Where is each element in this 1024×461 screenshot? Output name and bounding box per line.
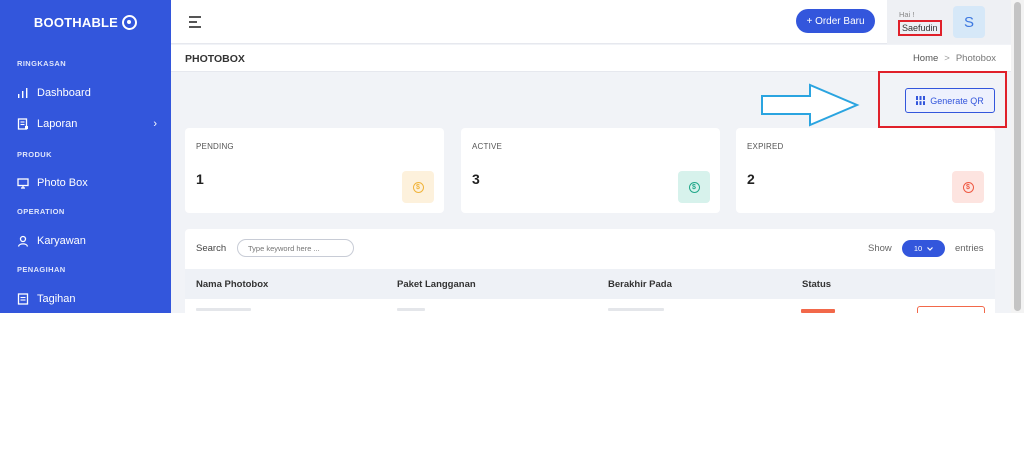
stat-value: 2 <box>747 171 755 187</box>
order-baru-button[interactable]: + Order Baru <box>796 9 875 33</box>
stat-label: PENDING <box>196 142 234 151</box>
brand-name: BOOTHABLE <box>33 14 119 30</box>
bar-chart-icon <box>17 87 29 99</box>
stat-card-active: ACTIVE 3 $ <box>461 128 720 213</box>
greeting-text: Hai ! <box>899 10 915 19</box>
table-row-cell <box>397 308 425 311</box>
sidebar-item-laporan[interactable]: Laporan › <box>17 115 157 133</box>
user-icon <box>17 235 29 247</box>
breadcrumb-current: Photobox <box>955 53 996 64</box>
sidebar-item-label: Tagihan <box>37 293 76 305</box>
breadcrumb-home[interactable]: Home <box>913 53 938 64</box>
brand[interactable]: BOOTHABLE <box>0 0 171 44</box>
section-title-penagihan: PENAGIHAN <box>17 265 66 274</box>
sidebar-item-label: Photo Box <box>37 177 88 189</box>
invoice-icon <box>17 293 29 305</box>
stat-card-expired: EXPIRED 2 $ <box>736 128 995 213</box>
table-row-cell <box>196 308 251 311</box>
column-header[interactable]: Berakhir Pada <box>608 279 672 290</box>
user-menu[interactable]: Hai ! Saefudin S <box>887 0 1011 44</box>
section-title-ringkasan: RINGKASAN <box>17 59 67 68</box>
avatar[interactable]: S <box>953 6 985 38</box>
annotation-arrow <box>761 83 860 127</box>
stat-label: EXPIRED <box>747 142 784 151</box>
sidebar-item-karyawan[interactable]: Karyawan <box>17 232 157 250</box>
sidebar: BOOTHABLE RINGKASAN Dashboard Laporan › … <box>0 0 171 313</box>
column-header[interactable]: Status <box>802 279 831 290</box>
generate-qr-button[interactable]: Generate QR <box>905 88 995 113</box>
show-label: Show <box>868 243 892 254</box>
sidebar-item-dashboard[interactable]: Dashboard <box>17 84 157 102</box>
stat-value: 3 <box>472 171 480 187</box>
table-row-cell <box>608 308 664 311</box>
sidebar-item-label: Dashboard <box>37 87 91 99</box>
app-root: BOOTHABLE RINGKASAN Dashboard Laporan › … <box>0 0 1024 313</box>
username-text: Saefudin <box>898 20 942 36</box>
dollar-icon: $ <box>678 171 710 203</box>
entries-select[interactable]: 10 <box>902 240 945 257</box>
status-badge <box>801 309 835 313</box>
section-title-operation: OPERATION <box>17 207 65 216</box>
monitor-icon <box>17 177 29 189</box>
dollar-icon: $ <box>402 171 434 203</box>
sidebar-item-label: Laporan <box>37 118 78 130</box>
topbar: + Order Baru Hai ! Saefudin S <box>171 0 1011 44</box>
menu-toggle-icon[interactable] <box>189 16 203 28</box>
chevron-down-icon <box>927 246 934 251</box>
sidebar-item-label: Karyawan <box>37 235 86 247</box>
photobox-table-card: Search Show 10 entries Nama Photobox Pak… <box>185 229 995 313</box>
page-header: PHOTOBOX Home > Photobox <box>171 45 1011 72</box>
table-header: Nama Photobox Paket Langganan Berakhir P… <box>185 269 995 299</box>
page-scrollbar[interactable] <box>1011 0 1024 313</box>
row-action-button[interactable] <box>917 306 985 313</box>
section-title-produk: PRODUK <box>17 150 52 159</box>
chevron-right-icon: › <box>153 118 157 130</box>
column-header[interactable]: Paket Langganan <box>397 279 476 290</box>
scrollbar-thumb[interactable] <box>1014 2 1021 311</box>
stat-label: ACTIVE <box>472 142 503 151</box>
breadcrumb: Home > Photobox <box>913 53 996 64</box>
breadcrumb-separator: > <box>944 53 950 64</box>
sidebar-item-photo-box[interactable]: Photo Box <box>17 174 157 192</box>
sidebar-item-tagihan[interactable]: Tagihan <box>17 290 157 308</box>
entries-value: 10 <box>913 244 923 253</box>
stat-card-pending: PENDING 1 $ <box>185 128 444 213</box>
stat-value: 1 <box>196 171 204 187</box>
brand-logo-icon <box>122 14 138 30</box>
dollar-icon: $ <box>952 171 984 203</box>
search-label: Search <box>196 243 227 254</box>
page-title: PHOTOBOX <box>185 53 245 65</box>
column-header[interactable]: Nama Photobox <box>196 279 268 290</box>
report-icon <box>17 118 29 130</box>
search-input[interactable] <box>237 239 354 257</box>
generate-qr-label: Generate QR <box>930 95 984 106</box>
qr-icon <box>916 96 926 105</box>
entries-label: entries <box>955 243 984 254</box>
